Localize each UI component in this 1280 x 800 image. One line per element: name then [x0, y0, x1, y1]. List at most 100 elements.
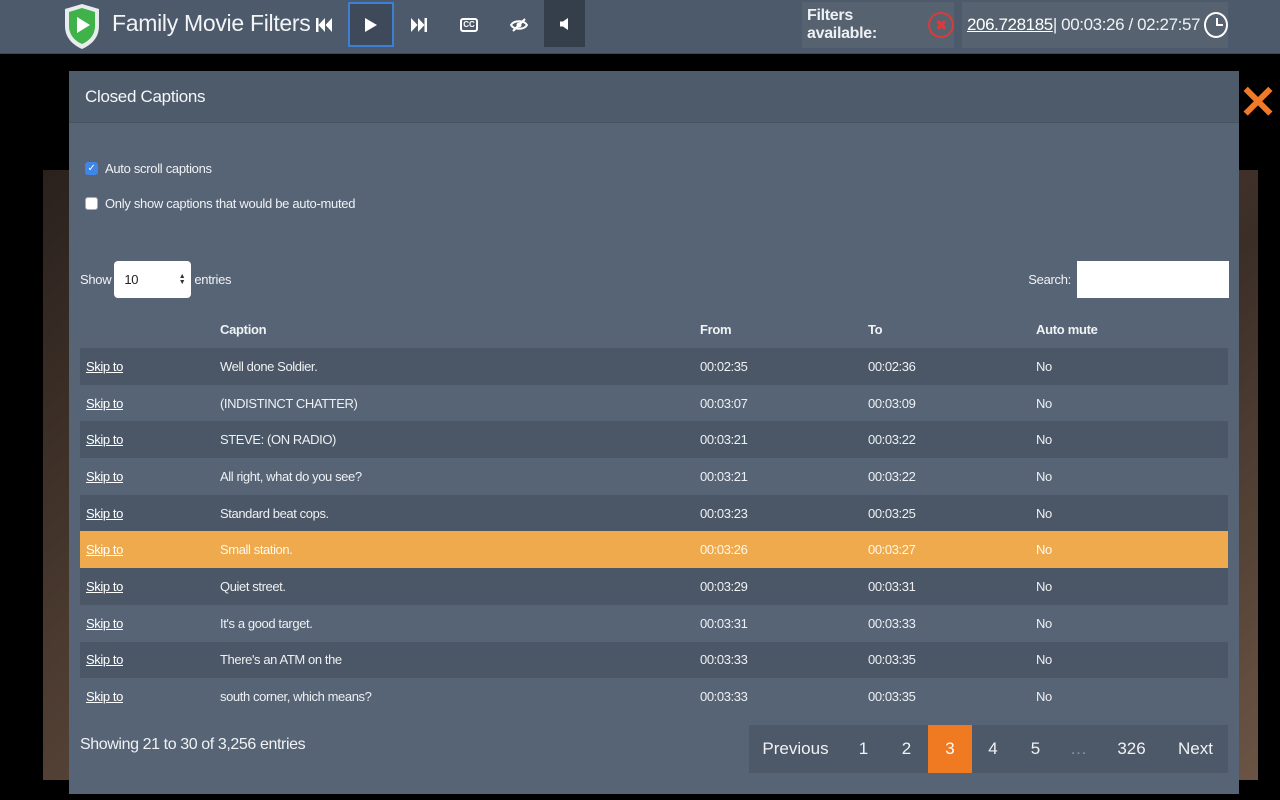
table-row: Skip to All right, what do you see? 00:03:…	[80, 458, 1228, 495]
skip-to-link[interactable]: Skip to	[86, 652, 123, 667]
to-cell: 00:02:36	[868, 358, 916, 374]
skip-cell: Skip to	[80, 689, 220, 704]
select-arrows-icon: ▲ ▼	[178, 272, 186, 286]
no-filters-icon[interactable]: ✖	[928, 12, 954, 38]
caption-cell: There's an ATM on the	[220, 652, 342, 668]
top-toolbar: Family Movie Filters CC Filters availabl…	[0, 0, 1280, 54]
skip-to-link[interactable]: Skip to	[86, 359, 123, 374]
skip-to-link[interactable]: Skip to	[86, 469, 123, 484]
auto-mute-cell: No	[1036, 395, 1052, 411]
eye-slash-icon	[509, 17, 529, 32]
skip-cell: Skip to	[80, 432, 220, 447]
play-button[interactable]	[348, 2, 394, 47]
column-header-auto-mute[interactable]: Auto mute	[1036, 322, 1228, 337]
to-cell: 00:03:31	[868, 578, 916, 594]
skip-to-link[interactable]: Skip to	[86, 689, 123, 704]
auto-mute-cell: No	[1036, 652, 1052, 668]
app-title: Family Movie Filters	[112, 10, 311, 36]
next-button[interactable]	[396, 2, 442, 47]
auto-mute-cell: No	[1036, 542, 1052, 558]
skip-cell: Skip to	[80, 359, 220, 374]
only-muted-option[interactable]: Only show captions that would be auto-mu…	[85, 196, 355, 211]
table-row: Skip to Small station. 00:03:26 00:03:27 No	[80, 531, 1228, 569]
from-cell: 00:02:35	[700, 358, 748, 374]
skip-cell: Skip to	[80, 542, 220, 557]
skip-forward-icon	[411, 17, 427, 32]
table-row: Skip to Quiet street. 00:03:29 00:03:31 No	[80, 568, 1228, 605]
table-row: Skip to There's an ATM on the 00:03:33 00:0…	[80, 641, 1228, 679]
entries-label: entries	[194, 272, 232, 287]
entries-select-value: 10	[124, 272, 139, 287]
skip-to-link[interactable]: Skip to	[86, 616, 123, 631]
hide-filtered-button[interactable]	[496, 2, 542, 47]
to-cell: 00:03:09	[868, 395, 916, 411]
caption-cell: STEVE: (ON RADIO)	[220, 432, 336, 448]
caption-cell: Quiet street.	[220, 578, 286, 594]
column-header-caption[interactable]: Caption	[220, 322, 700, 337]
auto-scroll-checkbox[interactable]: ✓	[85, 162, 98, 175]
speaker-icon	[559, 17, 568, 30]
closed-captions-button[interactable]: CC	[446, 2, 492, 47]
play-icon	[365, 17, 377, 32]
next-page-button[interactable]: Next	[1163, 725, 1228, 773]
mute-button[interactable]	[544, 0, 585, 47]
skip-to-link[interactable]: Skip to	[86, 396, 123, 411]
skip-back-icon	[316, 17, 332, 32]
page-4-button[interactable]: 4	[972, 725, 1014, 773]
to-cell: 00:03:35	[868, 652, 916, 668]
closed-captions-dialog: Closed Captions ✓ Auto scroll captions O…	[69, 71, 1239, 794]
skip-cell: Skip to	[80, 506, 220, 521]
position-seconds-link[interactable]: 206.728185	[967, 15, 1053, 35]
to-cell: 00:03:22	[868, 468, 916, 484]
page-2-button[interactable]: 2	[885, 725, 928, 773]
time-display: 206.728185 | 00:03:26 / 02:27:57	[962, 2, 1228, 48]
table-row: Skip to Well done Soldier. 00:02:35 00:02:3…	[80, 348, 1228, 385]
page-1-button[interactable]: 1	[842, 725, 885, 773]
skip-to-link[interactable]: Skip to	[86, 506, 123, 521]
from-cell: 00:03:29	[700, 578, 748, 594]
table-row: Skip to It's a good target. 00:03:31 00:03:…	[80, 604, 1228, 642]
auto-scroll-option[interactable]: ✓ Auto scroll captions	[85, 161, 212, 176]
skip-to-link[interactable]: Skip to	[86, 432, 123, 447]
search-control: Search:	[1028, 261, 1229, 298]
time-readout: | 00:03:26 / 02:27:57	[1052, 15, 1201, 34]
column-header-from[interactable]: From	[700, 322, 868, 337]
clock-icon[interactable]	[1204, 12, 1228, 38]
from-cell: 00:03:21	[700, 468, 748, 484]
to-cell: 00:03:25	[868, 505, 916, 521]
auto-mute-cell: No	[1036, 468, 1052, 484]
skip-to-link[interactable]: Skip to	[86, 579, 123, 594]
from-cell: 00:03:33	[700, 689, 748, 705]
close-icon[interactable]: ✕	[1238, 79, 1278, 125]
auto-mute-cell: No	[1036, 505, 1052, 521]
only-muted-label: Only show captions that would be auto-mu…	[105, 196, 356, 211]
auto-mute-cell: No	[1036, 432, 1052, 448]
previous-page-button[interactable]: Previous	[749, 725, 842, 773]
skip-cell: Skip to	[80, 469, 220, 484]
search-label: Search:	[1028, 272, 1071, 287]
filters-label: Filters available:	[807, 7, 877, 42]
only-muted-checkbox[interactable]	[85, 197, 98, 210]
to-cell: 00:03:22	[868, 432, 916, 448]
page-5-button[interactable]: 5	[1014, 725, 1057, 773]
search-input[interactable]	[1077, 261, 1229, 298]
auto-mute-cell: No	[1036, 689, 1052, 705]
table-row: Skip to (INDISTINCT CHATTER) 00:03:07 00:03…	[80, 384, 1228, 422]
entries-info: Showing 21 to 30 of 3,256 entries	[80, 736, 306, 753]
pagination: Previous 1 2 3 4 5 … 326 Next	[749, 725, 1228, 773]
shield-play-logo-icon	[65, 4, 99, 49]
page-326-button[interactable]: 326	[1100, 725, 1163, 773]
skip-cell: Skip to	[80, 616, 220, 631]
skip-cell: Skip to	[80, 579, 220, 594]
caption-cell: It's a good target.	[220, 615, 313, 631]
column-header-to[interactable]: To	[868, 322, 1036, 337]
to-cell: 00:03:33	[868, 615, 916, 631]
skip-cell: Skip to	[80, 396, 220, 411]
previous-button[interactable]	[301, 2, 347, 47]
skip-to-link[interactable]: Skip to	[86, 542, 123, 557]
entries-select[interactable]: 10 ▲ ▼	[114, 261, 192, 298]
from-cell: 00:03:21	[700, 432, 748, 448]
pagination-ellipsis: …	[1070, 739, 1087, 758]
caption-cell: Small station.	[220, 542, 293, 558]
page-3-button[interactable]: 3	[928, 725, 972, 773]
